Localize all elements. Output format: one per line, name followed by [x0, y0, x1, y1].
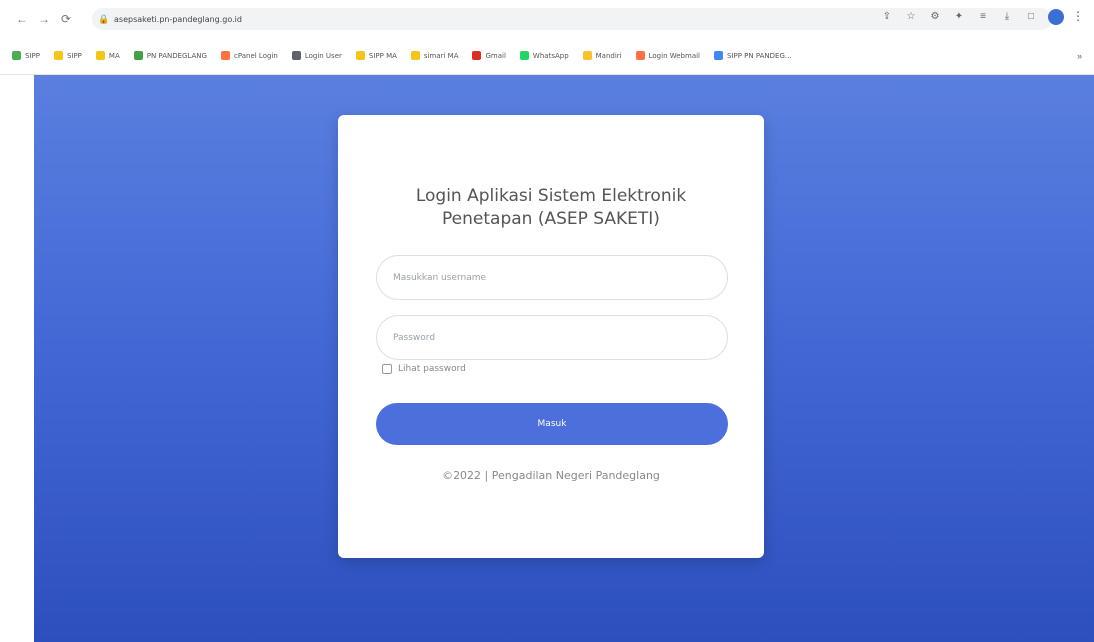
bookmark-item[interactable]: Login Webmail	[635, 51, 700, 60]
bookmark-label: Mandiri	[595, 51, 622, 60]
bookmark-item[interactable]: SIPP	[12, 51, 40, 60]
back-icon[interactable]: ←	[14, 11, 30, 27]
forward-icon[interactable]: →	[36, 11, 52, 27]
bookmark-favicon-icon	[410, 51, 420, 60]
menu-icon[interactable]: ⋮	[1072, 9, 1084, 23]
login-button[interactable]: Masuk	[376, 403, 728, 445]
bookmark-favicon-icon	[291, 51, 301, 60]
show-password-label: Lihat password	[398, 364, 466, 374]
bookmark-favicon-icon	[714, 51, 723, 60]
reload-icon[interactable]: ⟳	[58, 11, 74, 27]
bookmark-label: Login User	[304, 51, 342, 60]
bookmark-item[interactable]: Gmail	[472, 51, 506, 60]
bookmark-favicon-icon	[12, 51, 21, 60]
url-text: asepsaketi.pn-pandeglang.go.id	[114, 14, 242, 24]
bookmark-favicon-icon	[95, 51, 105, 60]
profile-avatar[interactable]	[1048, 9, 1064, 25]
page-background: Login Aplikasi Sistem Elektronik Penetap…	[34, 75, 1094, 642]
bookmark-item[interactable]: MA	[95, 51, 120, 60]
bookmark-favicon-icon	[635, 51, 645, 60]
puzzle-icon[interactable]: ✦	[952, 10, 966, 24]
bookmark-favicon-icon	[53, 51, 63, 60]
toolbar-icons: ⇪ ☆ ⚙ ✦ ≡ ⤓ □	[880, 9, 1064, 25]
lock-icon: 🔒	[98, 14, 110, 24]
star-icon[interactable]: ☆	[904, 10, 918, 24]
window-icon[interactable]: □	[1024, 10, 1038, 24]
bookmark-label: WhatsApp	[532, 51, 569, 60]
login-title-line1: Login Aplikasi Sistem Elektronik	[415, 186, 687, 206]
share-icon[interactable]: ⇪	[880, 10, 894, 24]
bookmark-item[interactable]: WhatsApp	[519, 51, 569, 60]
bookmarks-bar: SIPP SIPP MA PN PANDEGLANG cPanel Login Login…	[0, 37, 1094, 75]
bookmark-item[interactable]: PN PANDEGLANG	[133, 51, 207, 60]
bookmark-label: SIPP	[66, 51, 82, 60]
bookmark-item[interactable]: Mandiri	[582, 51, 622, 60]
bookmark-favicon-icon	[582, 51, 592, 60]
bookmark-label: cPanel Login	[233, 51, 278, 60]
login-title-line2: Penetapan (ASEP SAKETI)	[442, 209, 660, 229]
download-icon[interactable]: ⤓	[1000, 10, 1014, 24]
bookmark-favicon-icon	[220, 51, 230, 60]
extension-icon[interactable]: ⚙	[928, 10, 942, 24]
bookmark-label: PN PANDEGLANG	[146, 51, 207, 60]
bookmark-item[interactable]: SIPP MA	[355, 51, 397, 60]
username-input[interactable]: Masukkan username	[376, 255, 728, 300]
bookmark-label: SIPP	[25, 51, 40, 60]
bookmark-label: Gmail	[485, 51, 506, 60]
bookmark-item[interactable]: SIPP	[53, 51, 82, 60]
bookmarks-overflow-icon[interactable]: »	[1077, 51, 1082, 61]
show-password-row[interactable]: Lihat password	[382, 364, 466, 374]
copyright-footer: ©2022 | Pengadilan Negeri Pandeglang	[442, 469, 660, 482]
bookmark-item[interactable]: simari MA	[410, 51, 459, 60]
show-password-checkbox[interactable]	[382, 364, 392, 374]
bookmark-favicon-icon	[133, 51, 143, 60]
media-icon[interactable]: ≡	[976, 10, 990, 24]
browser-toolbar: ← → ⟳ 🔒 asepsaketi.pn-pandeglang.go.id ⇪…	[0, 0, 1094, 37]
login-title: Login Aplikasi Sistem Elektronik Penetap…	[338, 185, 764, 231]
bookmark-item[interactable]: cPanel Login	[220, 51, 278, 60]
password-input[interactable]: Password	[376, 315, 728, 360]
bookmark-label: simari MA	[423, 51, 459, 60]
bookmark-label: MA	[108, 51, 120, 60]
bookmark-label: SIPP PN PANDEG...	[727, 51, 792, 60]
bookmark-favicon-icon	[355, 51, 365, 60]
bookmark-label: SIPP MA	[368, 51, 397, 60]
bookmark-label: Login Webmail	[648, 51, 700, 60]
login-card: Login Aplikasi Sistem Elektronik Penetap…	[338, 115, 764, 558]
bookmark-favicon-icon	[472, 51, 482, 60]
bookmark-item[interactable]: Login User	[291, 51, 342, 60]
page-left-margin	[0, 75, 34, 642]
bookmark-item[interactable]: SIPP PN PANDEG...	[714, 51, 792, 60]
bookmark-favicon-icon	[519, 51, 529, 60]
